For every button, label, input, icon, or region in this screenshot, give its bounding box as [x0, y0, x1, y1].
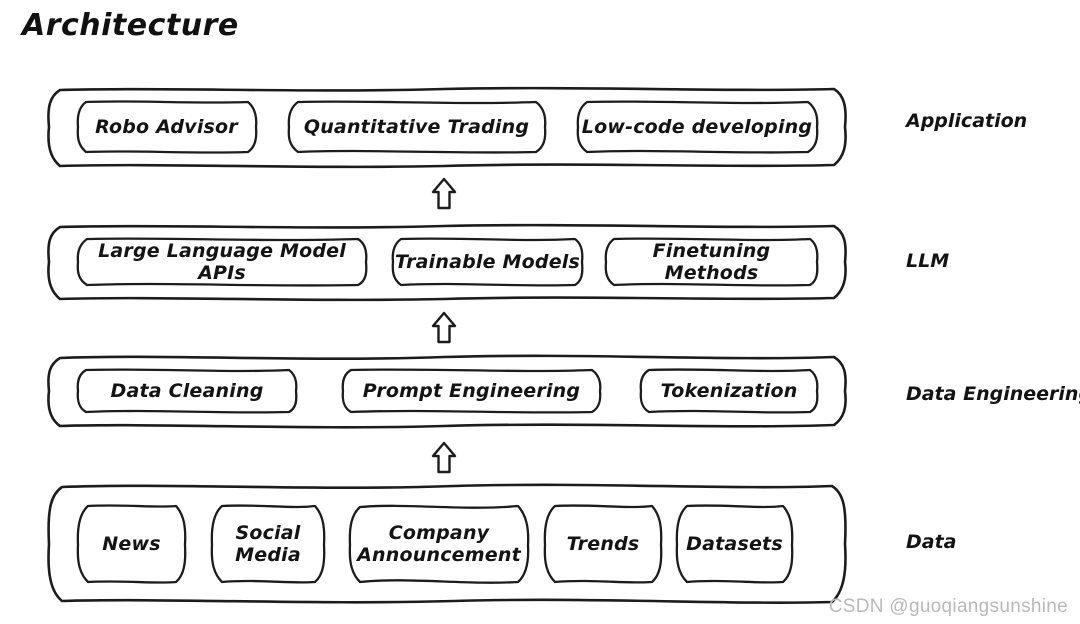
cell-company-announcement[interactable]: Company Announcement — [346, 503, 532, 585]
cell-label: Tokenization — [660, 379, 798, 402]
cell-datasets[interactable]: Datasets — [673, 503, 796, 585]
layer-llm: Large Language Model APIs Trainable Mode… — [44, 222, 850, 302]
up-arrow-icon — [429, 441, 459, 475]
cell-tokenization[interactable]: Tokenization — [637, 367, 821, 415]
cell-prompt-engineering[interactable]: Prompt Engineering — [339, 367, 604, 415]
cell-news[interactable]: News — [74, 503, 189, 585]
up-arrow-icon — [429, 177, 459, 211]
up-arrow-icon — [429, 311, 459, 345]
cell-social-media[interactable]: Social Media — [208, 503, 328, 585]
cell-label: Datasets — [686, 532, 783, 555]
cell-finetuning-methods[interactable]: Finetuning Methods — [602, 236, 821, 288]
cell-low-code-developing[interactable]: Low-code developing — [574, 99, 820, 155]
cell-label: Social Media — [235, 521, 301, 566]
cell-label: Low-code developing — [581, 115, 813, 138]
cell-label: Large Language Model APIs — [98, 239, 346, 284]
row-label-application: Application — [906, 110, 1028, 132]
cell-label: Quantitative Trading — [303, 115, 530, 138]
architecture-diagram: Architecture Robo Advisor Quantitative T… — [0, 0, 1080, 624]
layer-data-engineering: Data Cleaning Prompt Engineering Tokeniz… — [44, 353, 850, 429]
cell-label: Trainable Models — [395, 250, 581, 273]
cell-large-language-model-apis[interactable]: Large Language Model APIs — [74, 236, 370, 288]
cell-quantitative-trading[interactable]: Quantitative Trading — [285, 99, 548, 155]
cell-label: Prompt Engineering — [362, 379, 581, 402]
cell-label: Company Announcement — [357, 521, 521, 566]
cell-label: Data Cleaning — [110, 379, 264, 402]
cell-data-cleaning[interactable]: Data Cleaning — [74, 367, 300, 415]
cell-label: Robo Advisor — [95, 115, 238, 138]
watermark: CSDN @guoqiangsunshine — [828, 596, 1068, 617]
row-label-data: Data — [906, 531, 957, 553]
cell-robo-advisor[interactable]: Robo Advisor — [74, 99, 259, 155]
row-label-llm: LLM — [906, 250, 950, 272]
page-title: Architecture — [22, 8, 239, 43]
cell-label: Trends — [566, 532, 640, 555]
row-label-data-engineering: Data Engineering — [906, 383, 1080, 405]
layer-data: News Social Media Company Announcement T… — [44, 482, 850, 606]
layer-application: Robo Advisor Quantitative Trading Low-co… — [44, 85, 850, 170]
cell-label: Finetuning Methods — [652, 239, 771, 284]
cell-trends[interactable]: Trends — [541, 503, 665, 585]
cell-label: News — [102, 532, 161, 555]
cell-trainable-models[interactable]: Trainable Models — [389, 236, 586, 288]
